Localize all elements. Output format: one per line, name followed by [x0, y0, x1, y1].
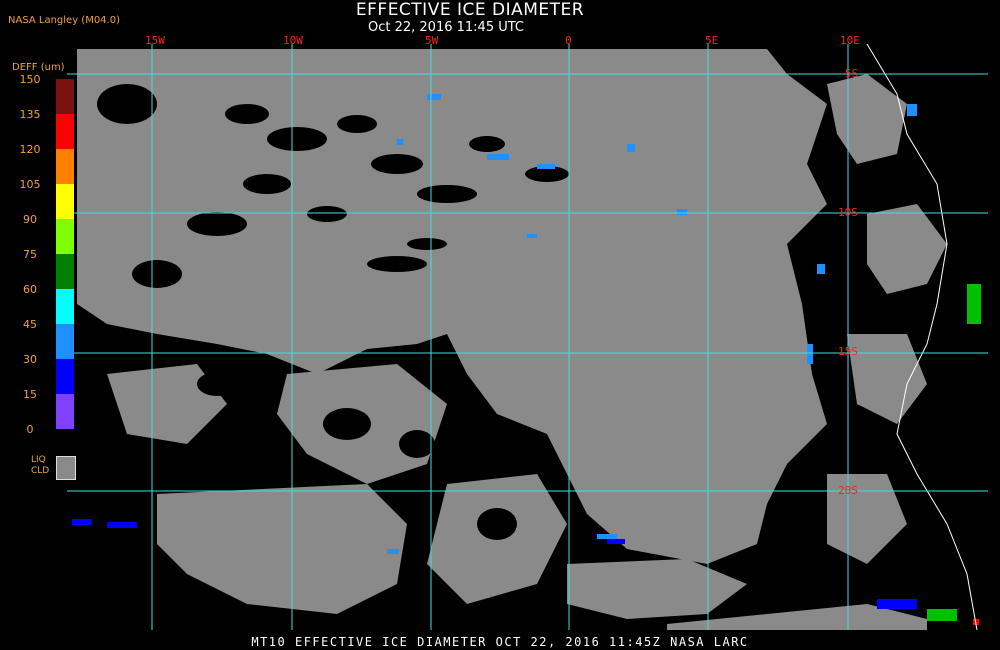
- legend-tick-label: 75: [23, 248, 37, 261]
- liq-label: LIQ: [31, 455, 46, 465]
- legend-tick-label: 45: [23, 318, 37, 331]
- legend-colorbar: [56, 79, 74, 429]
- lat-label-10s: 10S: [838, 206, 858, 219]
- page-title: EFFECTIVE ICE DIAMETER: [355, 0, 585, 20]
- legend-swatch: [56, 359, 74, 394]
- legend-tick-label: 120: [19, 143, 41, 156]
- legend-tick-label: 60: [23, 283, 37, 296]
- legend-swatch: [56, 219, 74, 254]
- legend-swatch: [56, 289, 74, 324]
- legend-swatch: [56, 184, 74, 219]
- liquid-cloud-swatch: [56, 456, 76, 480]
- legend-swatch: [56, 114, 74, 149]
- lat-label-20s: 20S: [838, 484, 858, 497]
- lat-label-5s: 5S: [845, 67, 859, 80]
- ice-cloud-high: [927, 284, 981, 621]
- producer-label: NASA Langley (M04.0): [8, 15, 120, 26]
- legend-tick-label: 30: [23, 353, 37, 366]
- footer-caption: MT10 EFFECTIVE ICE DIAMETER OCT 22, 2016…: [251, 635, 749, 649]
- liquid-cloud-regions: [77, 49, 947, 630]
- cloud-map[interactable]: [67, 44, 988, 630]
- legend-tick-label: 150: [19, 73, 41, 86]
- legend-swatch: [56, 79, 74, 114]
- legend-swatch: [56, 324, 74, 359]
- legend-tick-label: 15: [23, 388, 37, 401]
- legend-swatch: [56, 254, 74, 289]
- legend-swatch: [56, 149, 74, 184]
- lat-label-15s: 15S: [838, 345, 858, 358]
- legend-swatch: [56, 394, 74, 429]
- legend-tick-label: 105: [19, 178, 41, 191]
- page-subtitle: Oct 22, 2016 11:45 UTC: [368, 20, 524, 35]
- legend-title: DEFF (um): [12, 62, 65, 73]
- cld-label: CLD: [31, 466, 50, 476]
- legend-tick-label: 135: [19, 108, 41, 121]
- legend-tick-label: 0: [26, 423, 34, 436]
- legend-tick-label: 90: [23, 213, 37, 226]
